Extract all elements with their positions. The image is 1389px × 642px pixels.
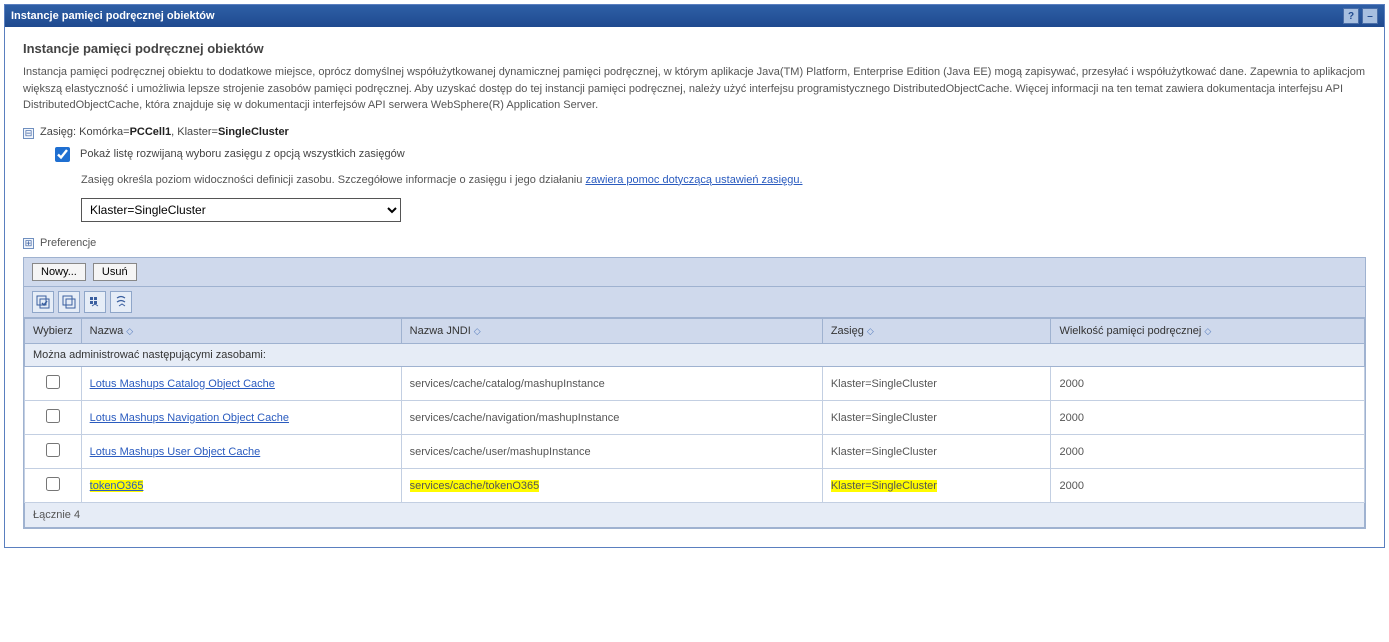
col-name[interactable]: Nazwa◇ <box>81 319 401 344</box>
preferences-row: ⊞ Preferencje <box>23 236 1366 249</box>
row-checkbox[interactable] <box>46 443 60 457</box>
page-title: Instancje pamięci podręcznej obiektów <box>23 41 1366 56</box>
table-row: tokenO365 services/cache/tokenO365Klaster… <box>25 469 1365 503</box>
titlebar-title: Instancje pamięci podręcznej obiektów <box>11 10 1340 22</box>
scope-checkbox-row: Pokaż listę rozwijaną wyboru zasięgu z o… <box>55 147 1366 162</box>
help-button[interactable]: ? <box>1343 8 1359 24</box>
cache-size: 2000 <box>1051 469 1365 503</box>
scope-help: Zasięg określa poziom widoczności defini… <box>81 174 585 186</box>
main-panel: Instancje pamięci podręcznej obiektów ? … <box>4 4 1385 548</box>
sort-icon: ◇ <box>474 326 481 336</box>
cache-jndi: services/cache/tokenO365 <box>401 469 822 503</box>
show-scope-checkbox[interactable] <box>55 147 70 162</box>
cache-name-link[interactable]: tokenO365 <box>90 480 144 492</box>
row-checkbox[interactable] <box>46 477 60 491</box>
cache-jndi: services/cache/catalog/mashupInstance <box>401 367 822 401</box>
sort-icon: ◇ <box>867 326 874 336</box>
row-checkbox[interactable] <box>46 409 60 423</box>
collapse-icon[interactable]: ⊟ <box>23 128 34 139</box>
cache-size: 2000 <box>1051 435 1365 469</box>
col-jndi[interactable]: Nazwa JNDI◇ <box>401 319 822 344</box>
table-row: Lotus Mashups Catalog Object Cache servic… <box>25 367 1365 401</box>
content-area: Instancje pamięci podręcznej obiektów In… <box>5 27 1384 547</box>
cache-size: 2000 <box>1051 401 1365 435</box>
scope-help-text: Zasięg określa poziom widoczności defini… <box>81 172 1366 189</box>
cache-name-link[interactable]: Lotus Mashups User Object Cache <box>90 446 261 458</box>
sort-icon: ◇ <box>1204 326 1211 336</box>
scope-help-link[interactable]: zawiera pomoc dotyczącą ustawień zasięgu… <box>585 174 802 186</box>
table-row: Lotus Mashups Navigation Object Cache ser… <box>25 401 1365 435</box>
filter-icon[interactable] <box>84 291 106 313</box>
cache-name-link[interactable]: Lotus Mashups Navigation Object Cache <box>90 412 289 424</box>
cache-jndi: services/cache/user/mashupInstance <box>401 435 822 469</box>
table-footer: Łącznie 4 <box>25 503 1365 528</box>
select-all-icon[interactable] <box>32 291 54 313</box>
delete-button[interactable]: Usuń <box>93 263 137 281</box>
new-button[interactable]: Nowy... <box>32 263 86 281</box>
cache-table: Wybierz Nazwa◇ Nazwa JNDI◇ Zasięg◇ Wielk… <box>24 318 1365 528</box>
scope-select[interactable]: Klaster=SingleCluster <box>81 198 401 222</box>
titlebar: Instancje pamięci podręcznej obiektów ? … <box>5 5 1384 27</box>
row-checkbox[interactable] <box>46 375 60 389</box>
cache-scope: Klaster=SingleCluster <box>822 469 1051 503</box>
cache-name-link[interactable]: Lotus Mashups Catalog Object Cache <box>90 378 275 390</box>
sort-icon: ◇ <box>126 326 133 336</box>
clear-filter-icon[interactable] <box>110 291 132 313</box>
col-size[interactable]: Wielkość pamięci podręcznej◇ <box>1051 319 1365 344</box>
col-scope[interactable]: Zasięg◇ <box>822 319 1051 344</box>
col-select: Wybierz <box>25 319 82 344</box>
scope-label: Zasięg: Komórka=PCCell1, Klaster=SingleC… <box>40 126 289 138</box>
scope-cell: PCCell1 <box>130 126 172 138</box>
cache-size: 2000 <box>1051 367 1365 401</box>
deselect-all-icon[interactable] <box>58 291 80 313</box>
minimize-button[interactable]: – <box>1362 8 1378 24</box>
cache-scope: Klaster=SingleCluster <box>822 401 1051 435</box>
show-scope-label: Pokaż listę rozwijaną wyboru zasięgu z o… <box>80 147 405 160</box>
table-subheader: Można administrować następującymi zasoba… <box>25 344 1365 367</box>
action-bar: Nowy... Usuń <box>24 258 1365 287</box>
expand-icon[interactable]: ⊞ <box>23 238 34 249</box>
icon-toolbar <box>24 287 1365 318</box>
cache-jndi: services/cache/navigation/mashupInstance <box>401 401 822 435</box>
page-description: Instancja pamięci podręcznej obiektu to … <box>23 64 1366 114</box>
scope-cluster: SingleCluster <box>218 126 289 138</box>
table-row: Lotus Mashups User Object Cache services/… <box>25 435 1365 469</box>
scope-prefix: Zasięg: Komórka= <box>40 126 130 138</box>
scope-row: ⊟ Zasięg: Komórka=PCCell1, Klaster=Singl… <box>23 126 1366 139</box>
preferences-label: Preferencje <box>40 237 96 249</box>
scope-mid: , Klaster= <box>171 126 218 138</box>
table-container: Nowy... Usuń Wybierz Nazwa◇ Nazwa JNDI◇ … <box>23 257 1366 529</box>
cache-scope: Klaster=SingleCluster <box>822 367 1051 401</box>
cache-scope: Klaster=SingleCluster <box>822 435 1051 469</box>
